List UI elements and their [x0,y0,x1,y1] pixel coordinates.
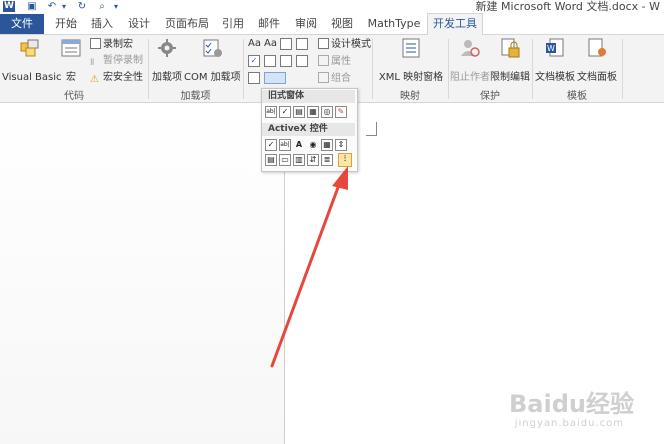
arrow-head [332,166,348,190]
watermark: Baidu经验 [509,390,634,418]
watermark-url: jingyan.baidu.com [514,418,624,429]
annotation-arrow [270,166,348,368]
arrow-shaft [270,180,342,368]
